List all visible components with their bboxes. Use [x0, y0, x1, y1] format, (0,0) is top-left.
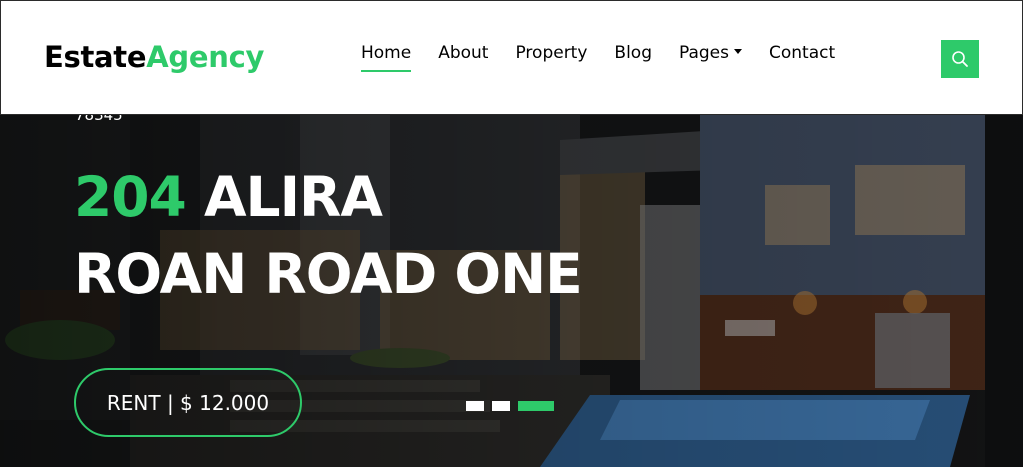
nav-link-property[interactable]: Property — [515, 43, 587, 63]
nav-link-pages-label: Pages — [678, 43, 729, 63]
brand-name-main: Estate — [44, 40, 147, 74]
brand-logo[interactable]: EstateAgency — [44, 40, 264, 74]
search-button[interactable] — [941, 40, 979, 78]
chevron-down-icon — [734, 48, 742, 54]
property-title-line1: 204 ALIRA — [74, 170, 383, 225]
property-street-part1: ALIRA — [185, 165, 383, 229]
top-navbar: EstateAgency Home About Property Blog Pa… — [0, 0, 1023, 115]
rent-price-button[interactable]: RENT | $ 12.000 — [74, 368, 302, 437]
property-number: 204 — [74, 165, 187, 229]
property-title-line2: ROAN ROAD ONE — [74, 242, 583, 306]
carousel-indicators — [466, 401, 554, 411]
carousel-dot-3-active[interactable] — [518, 401, 554, 411]
brand-name-accent: Agency — [146, 40, 265, 74]
nav-link-blog[interactable]: Blog — [614, 43, 652, 63]
nav-link-contact[interactable]: Contact — [769, 43, 835, 63]
nav-link-home[interactable]: Home — [361, 43, 412, 72]
nav-link-about[interactable]: About — [438, 43, 488, 63]
search-icon — [952, 51, 968, 67]
nav-link-pages-dropdown[interactable]: Pages — [679, 43, 742, 63]
main-menu: Home About Property Blog Pages Contact — [361, 43, 862, 72]
carousel-dot-1[interactable] — [466, 401, 484, 411]
carousel-dot-2[interactable] — [492, 401, 510, 411]
